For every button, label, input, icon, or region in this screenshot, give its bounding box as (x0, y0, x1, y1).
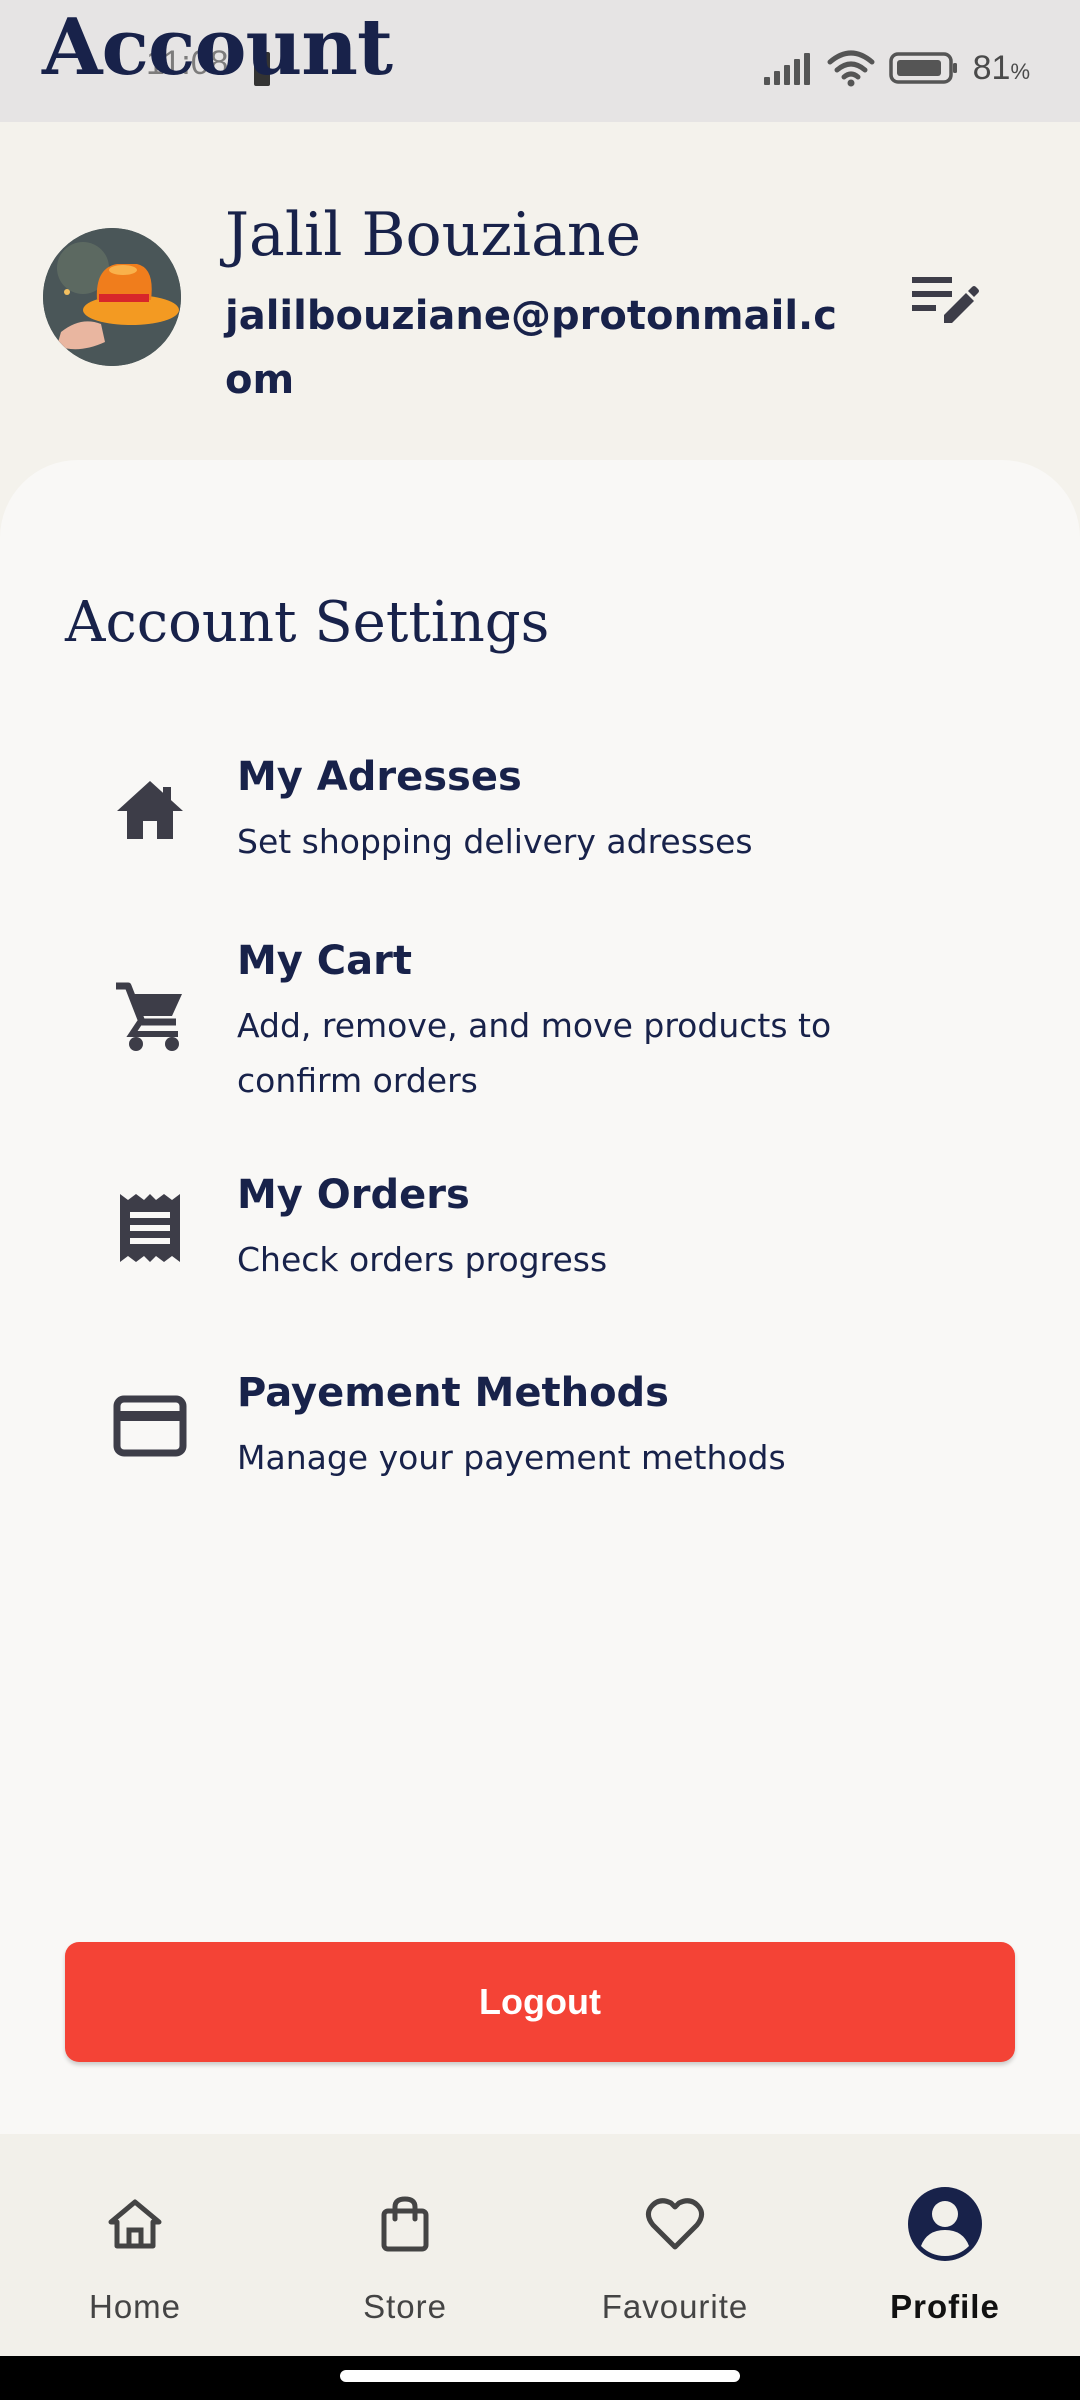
nav-home[interactable]: Home (0, 2134, 270, 2356)
home-icon (110, 770, 190, 850)
nav-profile[interactable]: Profile (810, 2134, 1080, 2356)
credit-card-icon (110, 1386, 190, 1466)
profile-email: jalilbouziane@protonmail.com (225, 293, 837, 403)
menu-item-subtitle: Set shopping delivery adresses (237, 822, 753, 861)
cart-icon (110, 976, 190, 1056)
menu-item-addresses[interactable]: My Adresses Set shopping delivery adress… (0, 740, 1080, 880)
edit-profile-button[interactable] (906, 266, 982, 336)
nav-label: Favourite (601, 2288, 749, 2325)
home-gesture-handle[interactable] (340, 2370, 740, 2382)
cellular-signal-icon (763, 53, 810, 85)
home-outline-icon (0, 2186, 270, 2262)
account-circle-icon (810, 2186, 1080, 2262)
receipt-icon (110, 1188, 190, 1268)
avatar (43, 228, 181, 366)
logout-button[interactable]: Logout (65, 1942, 1015, 2062)
battery-level: 81% (972, 48, 1030, 87)
edit-list-icon (912, 277, 979, 323)
bottom-navigation: Home Store Favourite Profile (0, 2134, 1080, 2356)
wifi-icon (827, 50, 875, 87)
nav-label-active: Profile (890, 2288, 1000, 2325)
nav-favourite[interactable]: Favourite (540, 2134, 810, 2356)
menu-item-title: Payement Methods (237, 1370, 669, 1416)
page-title: Account (42, 2, 393, 93)
avatar-photo (43, 228, 181, 366)
section-title: Account Settings (65, 590, 550, 655)
nav-label: Home (88, 2288, 182, 2325)
menu-item-payment-methods[interactable]: Payement Methods Manage your payement me… (0, 1356, 1080, 1496)
menu-item-subtitle: Manage your payement methods (237, 1438, 786, 1477)
profile-name: Jalil Bouziane (225, 200, 642, 270)
battery-icon (888, 52, 957, 84)
menu-item-orders[interactable]: My Orders Check orders progress (0, 1158, 1080, 1298)
menu-item-subtitle: Add, remove, and move products to confir… (237, 1006, 832, 1100)
menu-item-title: My Adresses (237, 754, 522, 800)
menu-item-subtitle: Check orders progress (237, 1240, 608, 1279)
menu-item-title: My Cart (237, 938, 412, 984)
heart-icon (540, 2186, 810, 2262)
logout-button-label: Logout (479, 1981, 601, 2022)
menu-item-title: My Orders (237, 1172, 470, 1218)
nav-store[interactable]: Store (270, 2134, 540, 2356)
status-icons: 81% (763, 44, 1030, 92)
shopping-bag-icon (270, 2186, 540, 2262)
nav-label: Store (363, 2288, 447, 2325)
menu-item-cart[interactable]: My Cart Add, remove, and move products t… (0, 924, 1080, 1120)
